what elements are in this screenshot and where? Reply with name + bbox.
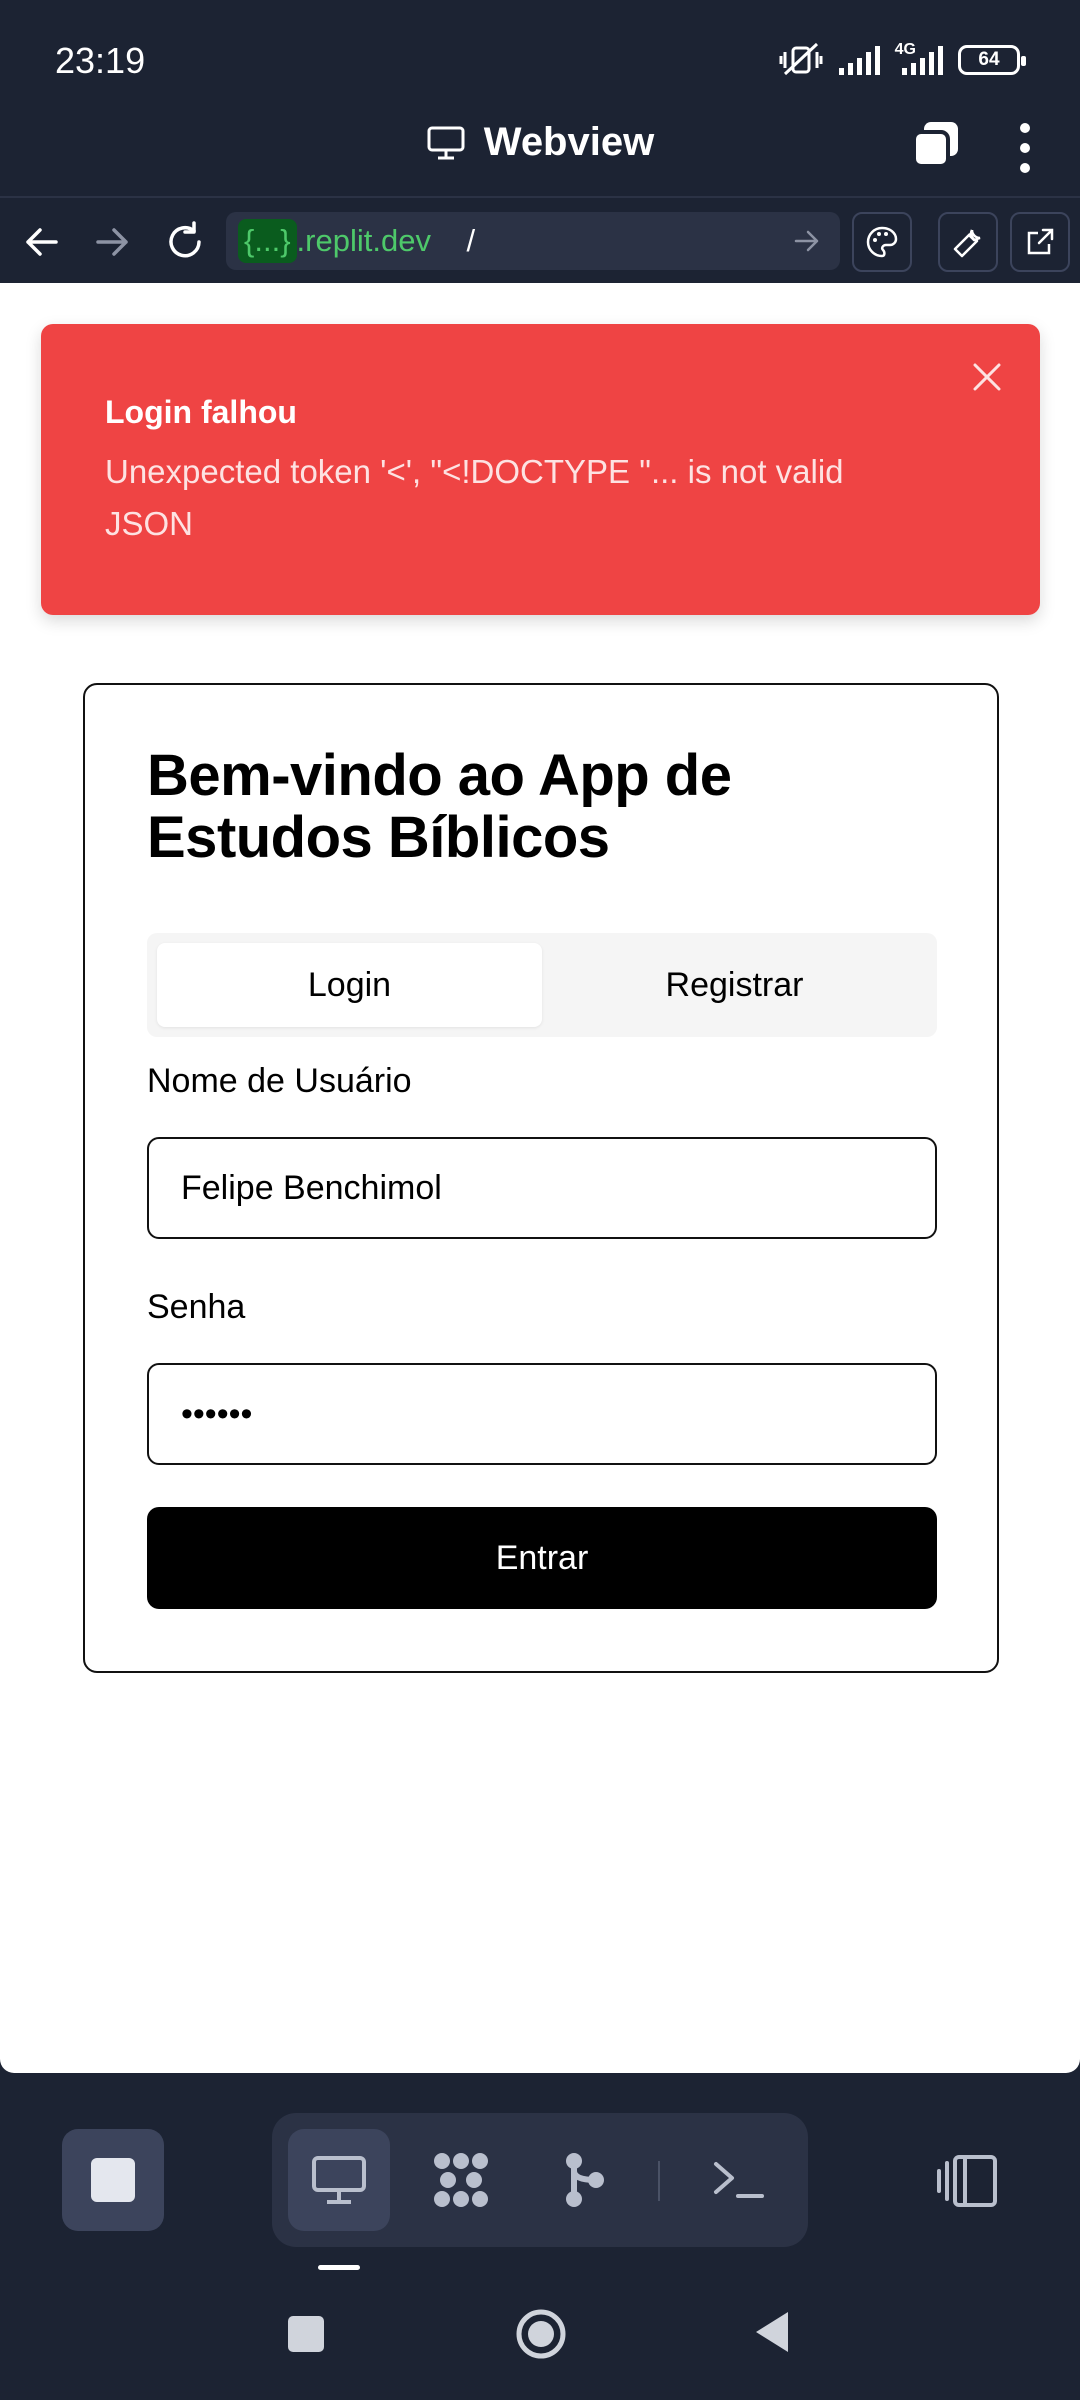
toast-title: Login falhou — [105, 394, 297, 430]
go-arrow-icon[interactable] — [792, 226, 822, 256]
monitor-icon — [312, 2156, 366, 2204]
monitor-icon — [427, 126, 465, 159]
network-type: 4G — [894, 41, 916, 58]
status-icons: 4G 64 — [779, 41, 1026, 78]
git-branch-icon — [566, 2153, 604, 2207]
active-tab-indicator — [318, 2265, 360, 2270]
more-vertical-icon[interactable] — [1010, 120, 1040, 176]
external-link-icon — [1027, 228, 1054, 255]
username-label: Nome de Usuário — [147, 1062, 412, 1100]
stop-button[interactable] — [62, 2129, 164, 2231]
battery-icon: 64 — [958, 45, 1026, 75]
username-input[interactable]: Felipe Benchimol — [147, 1137, 937, 1239]
tabs-icon[interactable] — [910, 118, 962, 170]
tool-divider — [658, 2161, 660, 2201]
vibrate-mute-icon — [779, 42, 823, 76]
password-label: Senha — [147, 1288, 246, 1326]
webview-header: Webview — [0, 110, 1080, 195]
open-external-button[interactable] — [1010, 212, 1070, 272]
status-bar: 23:19 4G 64 — [0, 0, 1080, 120]
url-path: / — [466, 223, 476, 258]
theme-button[interactable] — [852, 212, 912, 272]
signal-icon — [838, 46, 880, 75]
auth-tabs: Login Registrar — [147, 933, 937, 1037]
system-navigation — [0, 2290, 1080, 2400]
webview-title: Webview — [483, 120, 655, 164]
back-icon[interactable] — [752, 2308, 792, 2356]
tool-switcher — [272, 2113, 808, 2247]
webview-tool-button[interactable] — [288, 2129, 390, 2231]
close-icon[interactable] — [970, 360, 1004, 394]
tab-login[interactable]: Login — [157, 943, 542, 1027]
battery-level: 64 — [978, 49, 1000, 70]
palette-icon — [866, 226, 898, 258]
packages-tool-button[interactable] — [410, 2129, 512, 2231]
url-input[interactable]: {...} .replit.dev / — [226, 212, 840, 270]
devtools-button[interactable] — [938, 212, 998, 272]
reload-icon[interactable] — [163, 220, 207, 264]
webview-content: Login falhou Unexpected token '<', "<!DO… — [0, 283, 1080, 2073]
layout-panel-icon[interactable] — [935, 2153, 1001, 2209]
url-highlight: {...} — [238, 219, 297, 263]
login-submit-button[interactable]: Entrar — [147, 1507, 937, 1609]
stop-icon — [91, 2158, 135, 2202]
url-bar: {...} .replit.dev / — [0, 196, 1080, 283]
clock: 23:19 — [55, 40, 146, 81]
shell-tool-button[interactable] — [688, 2129, 790, 2231]
toast-message: Unexpected token '<', "<!DOCTYPE "... is… — [105, 453, 844, 542]
git-tool-button[interactable] — [532, 2129, 634, 2231]
error-toast: Login falhou Unexpected token '<', "<!DO… — [41, 324, 1040, 615]
forward-arrow-icon[interactable] — [90, 220, 134, 264]
dots-grid-icon — [434, 2153, 488, 2207]
recent-apps-icon[interactable] — [286, 2314, 326, 2354]
url-domain: .replit.dev — [296, 223, 431, 258]
wrench-icon — [953, 229, 981, 258]
tab-register[interactable]: Registrar — [542, 943, 927, 1027]
password-input[interactable]: •••••• — [147, 1363, 937, 1465]
home-icon[interactable] — [515, 2308, 567, 2360]
card-heading: Bem-vindo ao App de Estudos Bíblicos — [147, 743, 732, 870]
terminal-icon — [714, 2162, 764, 2198]
back-arrow-icon[interactable] — [20, 220, 64, 264]
login-card: Bem-vindo ao App de Estudos Bíblicos Log… — [83, 683, 999, 1673]
